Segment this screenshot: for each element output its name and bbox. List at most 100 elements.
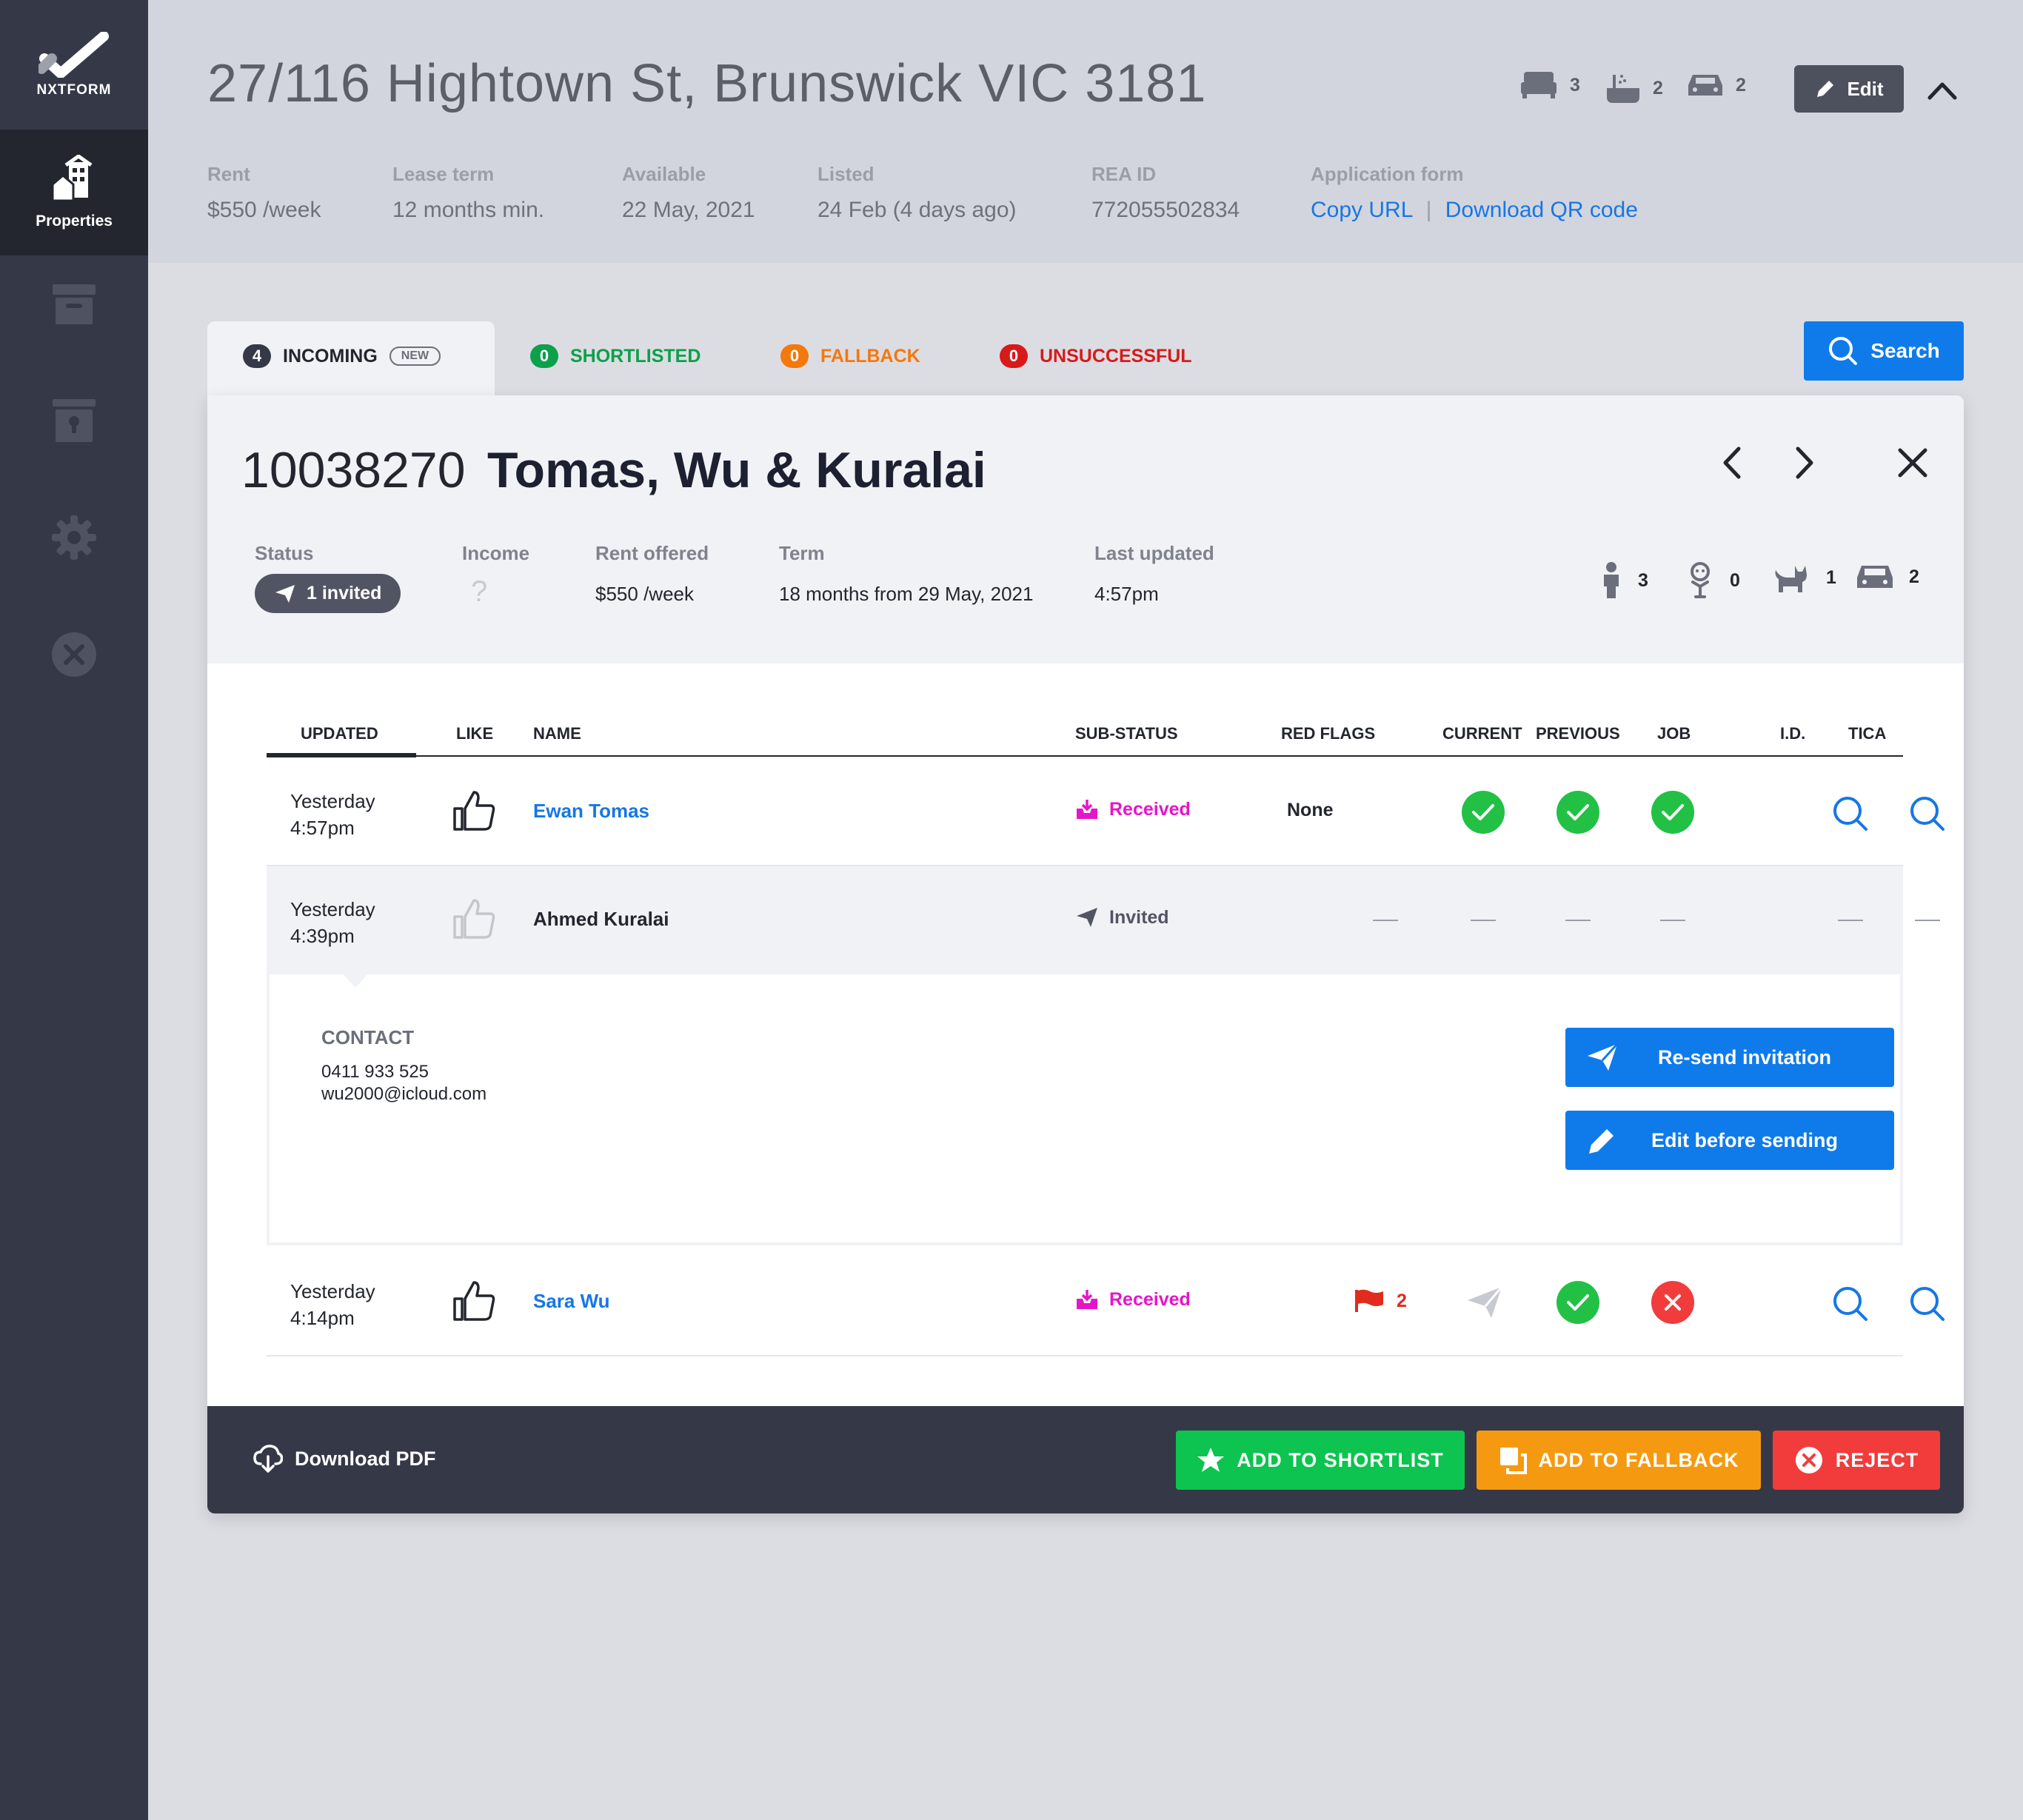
id-search-icon[interactable]: [1832, 795, 1869, 832]
column-header-name[interactable]: NAME: [533, 724, 581, 743]
cars-count: 2: [1856, 561, 1919, 592]
download-qr-link[interactable]: Download QR code: [1445, 198, 1638, 222]
close-icon[interactable]: [1894, 444, 1931, 481]
column-header-tica[interactable]: TICA: [1848, 724, 1886, 743]
tab-fallback[interactable]: 0 FALLBACK: [780, 344, 920, 368]
sidebar-item-properties[interactable]: Properties: [0, 130, 148, 255]
column-header-updated[interactable]: UPDATED: [301, 724, 378, 743]
column-header-sub-status[interactable]: SUB-STATUS: [1075, 724, 1178, 743]
tica-search-icon[interactable]: [1909, 795, 1946, 832]
car-icon: [1688, 75, 1722, 96]
thumbs-up-icon[interactable]: [452, 897, 496, 940]
sidebar-item-archive[interactable]: [46, 276, 102, 332]
red-flags-cell[interactable]: 2: [1355, 1288, 1407, 1314]
info-value: 18 months from 29 May, 2021: [779, 583, 1034, 605]
table-row[interactable]: Yesterday 4:57pm Ewan Tomas Received Non…: [267, 758, 1945, 866]
tab-incoming[interactable]: 4 INCOMING NEW: [243, 344, 441, 368]
next-chevron-icon[interactable]: [1789, 444, 1819, 481]
table-row-selected[interactable]: Yesterday 4:39pm Ahmed Kuralai Invited: [267, 866, 1940, 974]
column-header-job[interactable]: JOB: [1657, 724, 1691, 743]
meta-rent: Rent $550 /week: [207, 163, 321, 223]
previous-check[interactable]: [1556, 1281, 1599, 1324]
property-address: 27/116 Hightown St, Brunswick VIC 3181: [207, 54, 1207, 113]
paper-plane-icon[interactable]: [1466, 1285, 1503, 1319]
job-fail[interactable]: [1651, 1281, 1694, 1324]
close-circle-icon: [52, 632, 96, 677]
thumbs-up-icon[interactable]: [452, 1279, 496, 1322]
edit-property-button[interactable]: Edit: [1794, 65, 1904, 113]
meta-listed: Listed 24 Feb (4 days ago): [817, 163, 1017, 223]
income-unknown-icon: ?: [471, 575, 488, 608]
sub-status: Received: [1075, 798, 1191, 820]
sub-status: Invited: [1075, 906, 1169, 929]
previous-check[interactable]: [1556, 791, 1599, 834]
add-to-fallback-button[interactable]: ADD TO FALLBACK: [1477, 1431, 1761, 1490]
column-header-like[interactable]: LIKE: [456, 724, 493, 743]
download-pdf-button[interactable]: Download PDF: [253, 1445, 436, 1473]
reject-button[interactable]: REJECT: [1773, 1431, 1940, 1490]
tica-search-icon[interactable]: [1909, 1285, 1946, 1322]
job-check[interactable]: [1651, 791, 1694, 834]
tab-shortlisted[interactable]: 0 SHORTLISTED: [530, 344, 700, 368]
updated-time: 4:14pm: [290, 1307, 355, 1329]
parking-value: 2: [1736, 74, 1746, 96]
search-button[interactable]: Search: [1804, 321, 1964, 381]
contact-phone[interactable]: 0411 933 525: [321, 1062, 429, 1083]
resend-invitation-button[interactable]: Re-send invitation: [1565, 1028, 1894, 1087]
cloud-download-icon: [253, 1445, 283, 1473]
meta-label: Lease term: [392, 163, 495, 185]
updated-day: Yesterday: [290, 1280, 375, 1302]
tab-label: SHORTLISTED: [570, 345, 701, 367]
tab-unsuccessful[interactable]: 0 UNSUCCESSFUL: [1000, 344, 1192, 368]
sidebar-item-lockbox[interactable]: [46, 392, 102, 449]
edit-before-sending-label: Edit before sending: [1651, 1128, 1839, 1151]
contact-email[interactable]: wu2000@icloud.com: [321, 1084, 486, 1105]
sidebar-item-settings[interactable]: [46, 509, 102, 566]
adults-count: 3: [1599, 561, 1648, 600]
edit-before-sending-button[interactable]: Edit before sending: [1565, 1111, 1894, 1170]
parking-count: 2: [1687, 70, 1746, 100]
column-header-id[interactable]: I.D.: [1780, 724, 1805, 743]
info-label: Status: [255, 542, 314, 564]
inbox-download-icon: [1077, 1290, 1097, 1309]
column-header-current[interactable]: CURRENT: [1442, 724, 1522, 743]
meta-lease-term: Lease term 12 months min.: [392, 163, 544, 223]
bedrooms-count: 3: [1519, 70, 1580, 100]
info-label: Rent offered: [595, 542, 709, 564]
column-header-red-flags[interactable]: RED FLAGS: [1281, 724, 1375, 743]
column-header-previous[interactable]: PREVIOUS: [1536, 724, 1620, 743]
meta-application-form: Application form Copy URL | Download QR …: [1311, 163, 1638, 223]
check-icon: [1662, 804, 1684, 820]
applicant-name[interactable]: Ahmed Kuralai: [533, 908, 669, 931]
sidebar-item-rejected[interactable]: [46, 626, 102, 683]
meta-value: $550 /week: [207, 198, 321, 222]
table-row[interactable]: Yesterday 4:14pm Sara Wu Received 2: [267, 1248, 1945, 1356]
updated-day: Yesterday: [290, 790, 375, 812]
application-card: 10038270 Tomas, Wu & Kuralai Status 1 in…: [207, 395, 1964, 1513]
applicant-name-link[interactable]: Sara Wu: [533, 1290, 610, 1313]
applicant-name-link[interactable]: Ewan Tomas: [533, 800, 649, 823]
paper-plane-icon: [1077, 908, 1097, 927]
collapse-chevron-up-icon[interactable]: [1927, 74, 1958, 104]
bath-icon: [1607, 75, 1639, 103]
thumbs-up-icon[interactable]: [452, 789, 496, 832]
meta-value: 24 Feb (4 days ago): [817, 198, 1017, 222]
applicant-detail-panel: CONTACT 0411 933 525 wu2000@icloud.com R…: [267, 974, 1903, 1245]
status-badge[interactable]: 1 invited: [255, 574, 401, 613]
info-last-updated: Last updated 4:57pm: [1094, 542, 1214, 606]
tab-count: 4: [243, 344, 271, 368]
updated-cell: Yesterday 4:39pm: [290, 896, 375, 949]
updated-time: 4:39pm: [290, 925, 355, 947]
current-check[interactable]: [1462, 791, 1505, 834]
resend-label: Re-send invitation: [1657, 1046, 1832, 1068]
previous-chevron-icon[interactable]: [1718, 444, 1748, 481]
add-to-shortlist-button[interactable]: ADD TO SHORTLIST: [1176, 1431, 1465, 1490]
id-search-icon[interactable]: [1832, 1285, 1869, 1322]
copy-url-link[interactable]: Copy URL: [1311, 198, 1412, 222]
current-empty: [1471, 920, 1496, 921]
bedrooms-value: 3: [1570, 74, 1580, 96]
meta-label: REA ID: [1091, 163, 1157, 185]
logo[interactable]: NXTFORM: [0, 0, 148, 130]
sub-status-label: Invited: [1109, 906, 1169, 928]
check-icon: [1567, 804, 1589, 820]
